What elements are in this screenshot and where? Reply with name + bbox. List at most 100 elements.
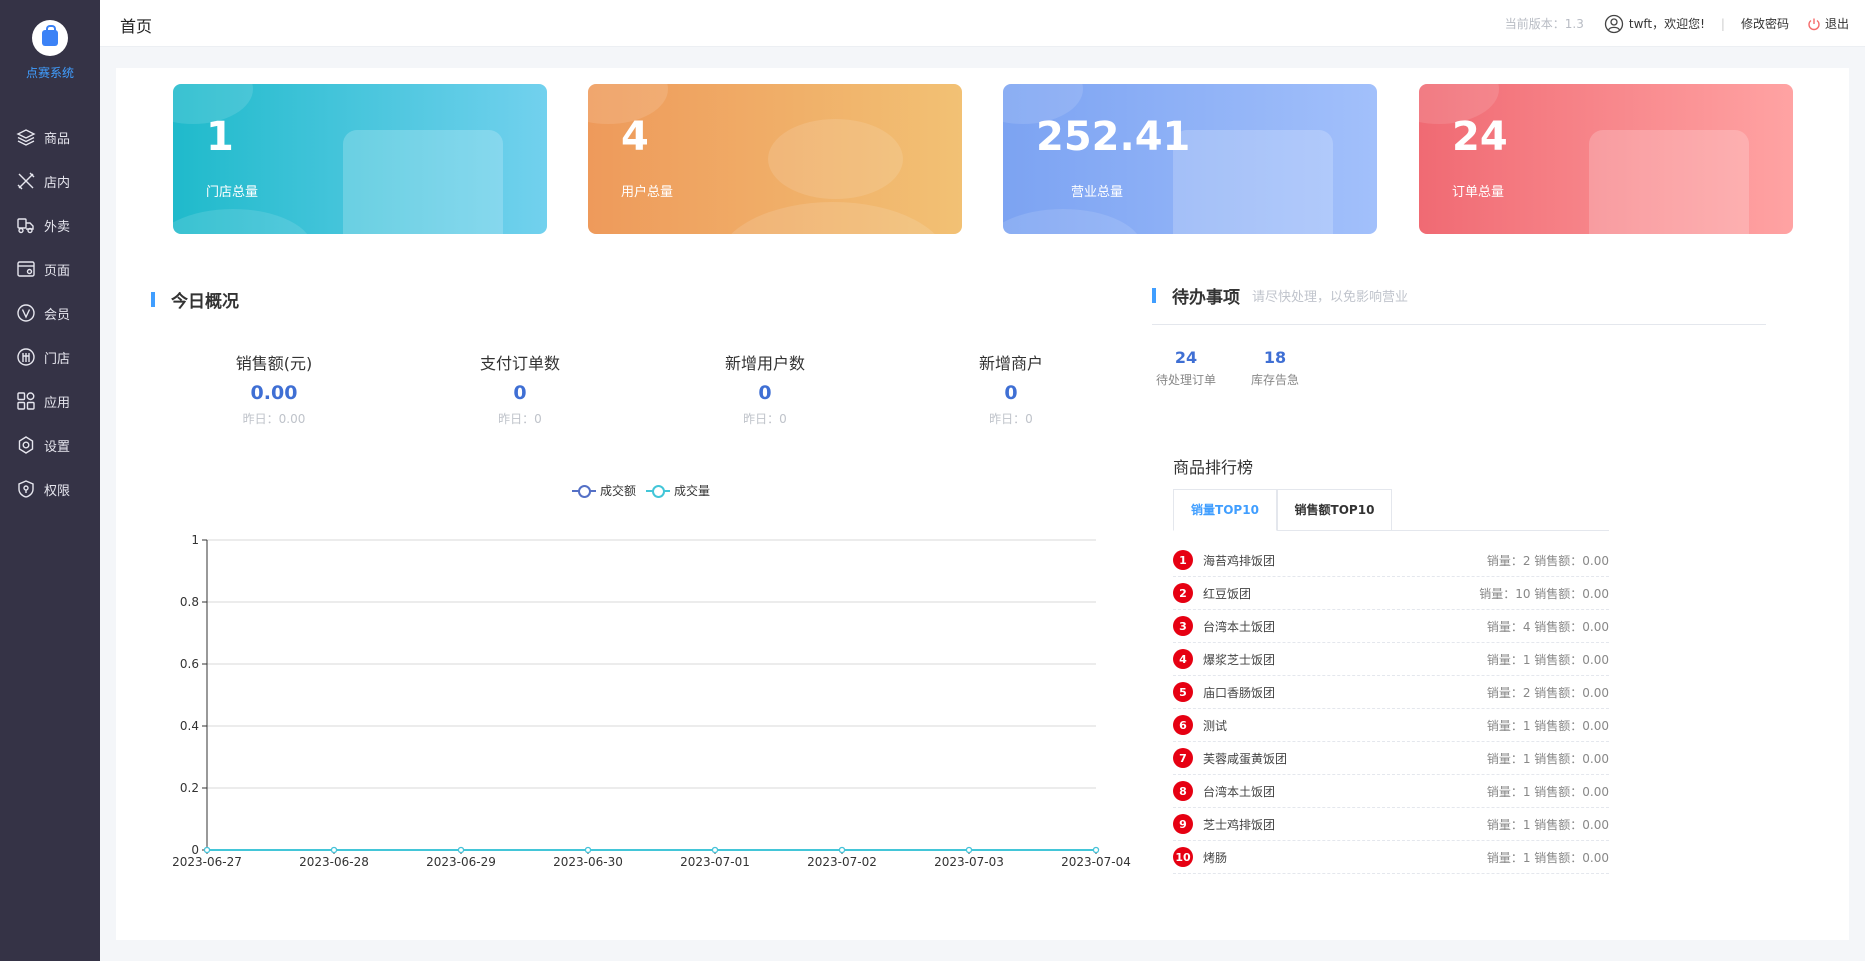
header-separator: | (1720, 16, 1725, 31)
ranking-tabs: 销量TOP10 销售额TOP10 (1173, 489, 1609, 531)
brand-logo[interactable]: 点赛系统 (0, 20, 100, 81)
order-total-card: 24 订单总量 (1419, 84, 1793, 234)
sidebar-item-products[interactable]: 商品 (0, 115, 100, 159)
product-name: 芝士鸡排饭团 (1203, 817, 1276, 832)
stat-new-users: 新增用户数 0 昨日：0 (665, 350, 865, 427)
list-item: 7 芙蓉咸蛋黄饭团 销量：1 销售额：0.00 (1173, 742, 1609, 775)
sidebar-item-label: 应用 (44, 395, 71, 411)
x-tick-label: 2023-06-28 (299, 855, 369, 869)
rank-badge: 4 (1173, 649, 1193, 669)
list-item: 3 台湾本土饭团 销量：4 销售额：0.00 (1173, 610, 1609, 643)
sidebar-item-pages[interactable]: 页面 (0, 247, 100, 291)
bag-icon (1173, 130, 1333, 234)
user-greeting[interactable]: twft，欢迎您! (1629, 15, 1705, 32)
user-avatar-icon[interactable] (1604, 14, 1624, 34)
sidebar-item-label: 外卖 (44, 219, 71, 235)
product-stats: 销量：10 销售额：0.00 (1479, 586, 1609, 601)
tab-sales-volume-top10[interactable]: 销量TOP10 (1173, 489, 1277, 531)
legend-item-volume[interactable]: 成交量 (646, 482, 710, 499)
sidebar-item-label: 会员 (44, 307, 71, 323)
store-icon (343, 130, 503, 234)
shield-icon (16, 479, 36, 499)
delivery-icon (16, 215, 36, 235)
sidebar-item-dinein[interactable]: 店内 (0, 159, 100, 203)
top-header: 首页 当前版本：1.3 twft，欢迎您! | 修改密码 退出 (100, 0, 1865, 47)
todo-label: 库存告急 (1250, 373, 1299, 387)
y-tick-label: 1 (191, 533, 199, 547)
product-name: 台湾本土饭团 (1203, 619, 1276, 634)
todo-hint: 请尽快处理，以免影响营业 (1252, 290, 1409, 305)
data-point (965, 846, 973, 854)
list-item: 8 台湾本土饭团 销量：1 销售额：0.00 (1173, 775, 1609, 808)
stat-label: 销售额(元) (235, 354, 313, 373)
trend-line-chart: 00.20.40.60.812023-06-27 2023-06-28 2023-0… (172, 533, 1131, 869)
today-title-text: 今日概况 (171, 292, 239, 312)
legend-marker (572, 484, 596, 498)
list-item: 1 海苔鸡排饭团 销量：2 销售额：0.00 (1173, 544, 1609, 577)
stat-value: 0 (513, 382, 527, 404)
data-point (203, 846, 211, 854)
rank-badge: 2 (1173, 583, 1193, 603)
sidebar-item-label: 设置 (44, 439, 71, 455)
product-name: 红豆饭团 (1203, 586, 1252, 601)
data-point (584, 846, 592, 854)
brand-name: 点赛系统 (25, 66, 74, 80)
ranking-title: 商品排行榜 (1173, 458, 1254, 477)
title-bar (151, 292, 155, 307)
todo-title-text: 待办事项 (1172, 288, 1240, 308)
version-text: 当前版本：1.3 (1504, 17, 1584, 31)
tab-sales-amount-top10[interactable]: 销售额TOP10 (1277, 489, 1392, 531)
sidebar-item-permissions[interactable]: 权限 (0, 467, 100, 511)
x-tick-label: 2023-06-29 (426, 855, 496, 869)
data-point (711, 846, 719, 854)
product-stats: 销量：1 销售额：0.00 (1486, 850, 1609, 865)
rank-badge: 10 (1173, 847, 1193, 867)
gear-icon (16, 435, 36, 455)
card-value: 24 (1452, 114, 1508, 160)
product-name: 台湾本土饭团 (1203, 784, 1276, 799)
sidebar-item-label: 页面 (44, 263, 71, 279)
shopping-bag-icon (32, 20, 68, 56)
power-icon (1807, 17, 1821, 31)
list-item: 4 爆浆芝士饭团 销量：1 销售额：0.00 (1173, 643, 1609, 676)
y-tick-label: 0.6 (180, 657, 199, 671)
sidebar-item-label: 门店 (44, 351, 71, 367)
sidebar-item-settings[interactable]: 设置 (0, 423, 100, 467)
user-total-card: 4 用户总量 (588, 84, 962, 234)
rank-badge: 3 (1173, 616, 1193, 636)
utensils-icon (16, 171, 36, 191)
todo-title: 待办事项 请尽快处理，以免影响营业 (1152, 283, 1408, 308)
product-name: 烤肠 (1203, 850, 1228, 865)
rank-badge: 5 (1173, 682, 1193, 702)
card-value: 1 (206, 114, 234, 160)
sidebar-item-apps[interactable]: 应用 (0, 379, 100, 423)
sidebar-item-stores[interactable]: 门店 (0, 335, 100, 379)
sidebar-item-members[interactable]: 会员 (0, 291, 100, 335)
stat-yesterday: 昨日：0.00 (242, 412, 306, 426)
stat-label: 支付订单数 (479, 354, 560, 373)
todo-pending-orders[interactable]: 24 待处理订单 (1136, 348, 1236, 388)
legend-marker (646, 484, 671, 498)
change-password-link[interactable]: 修改密码 (1741, 15, 1789, 32)
legend-item-amount[interactable]: 成交额 (572, 482, 636, 499)
product-name: 爆浆芝士饭团 (1203, 652, 1276, 667)
list-item: 9 芝士鸡排饭团 销量：1 销售额：0.00 (1173, 808, 1609, 841)
sidebar-item-delivery[interactable]: 外卖 (0, 203, 100, 247)
rank-badge: 9 (1173, 814, 1193, 834)
vip-icon (16, 303, 36, 323)
stat-paid-orders: 支付订单数 0 昨日：0 (420, 350, 620, 427)
y-tick-label: 0.2 (180, 781, 199, 795)
todo-divider (1152, 324, 1766, 325)
product-stats: 销量：1 销售额：0.00 (1486, 817, 1609, 832)
data-point (457, 846, 465, 854)
todo-low-stock[interactable]: 18 库存告急 (1225, 348, 1325, 388)
card-label: 订单总量 (1452, 185, 1505, 200)
stat-sales: 销售额(元) 0.00 昨日：0.00 (174, 350, 374, 427)
data-point (838, 846, 846, 854)
header-actions: 当前版本：1.3 twft，欢迎您! | 修改密码 退出 (1505, 0, 1849, 47)
logout-button[interactable]: 退出 (1807, 15, 1849, 32)
rank-badge: 8 (1173, 781, 1193, 801)
sidebar: 点赛系统 商品 店内 外卖 页面 会员 门店 应用 设置 权限 (0, 0, 100, 961)
browser-icon (16, 259, 36, 279)
revenue-total-card: 252.41 营业总量 (1003, 84, 1377, 234)
